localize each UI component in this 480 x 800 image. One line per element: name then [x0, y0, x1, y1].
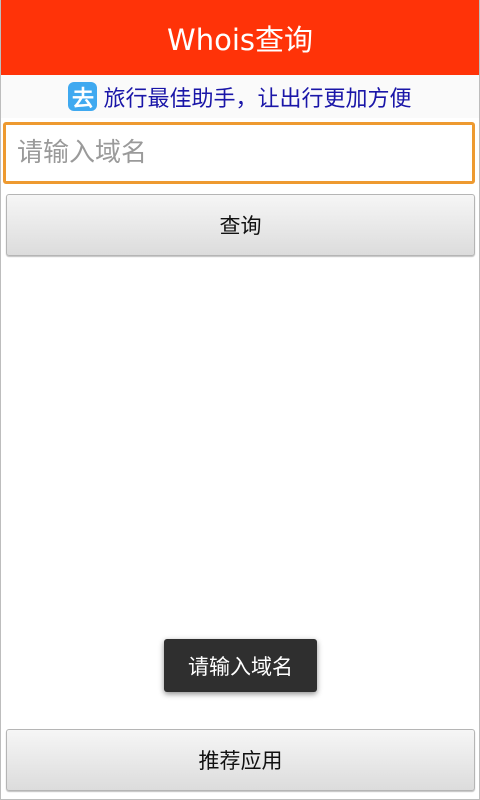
domain-input[interactable] — [3, 122, 475, 184]
app-screen: Whois查询 去 旅行最佳助手，让出行更加方便 查询 请输入域名 推荐应用 — [0, 0, 480, 800]
title-bar: Whois查询 — [1, 0, 479, 75]
toast-text: 请输入域名 — [188, 654, 293, 679]
recommend-apps-button[interactable]: 推荐应用 — [6, 729, 475, 791]
toast-message: 请输入域名 — [164, 639, 317, 692]
query-button[interactable]: 查询 — [6, 194, 475, 256]
travel-app-icon: 去 — [68, 82, 98, 112]
recommend-apps-button-label: 推荐应用 — [198, 749, 283, 773]
ad-banner[interactable]: 去 旅行最佳助手，让出行更加方便 — [1, 75, 479, 118]
ad-banner-text: 旅行最佳助手，让出行更加方便 — [103, 86, 412, 112]
page-title: Whois查询 — [167, 22, 313, 57]
query-button-label: 查询 — [219, 214, 262, 238]
